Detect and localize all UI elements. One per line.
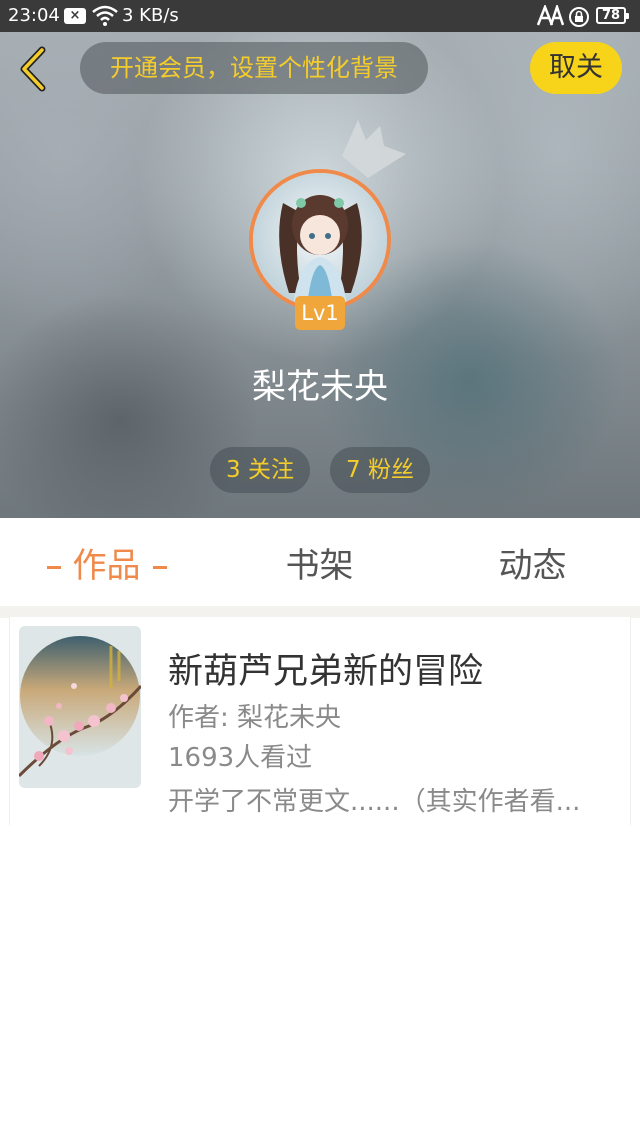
tab-works[interactable]: 作品 [0, 518, 213, 606]
wifi-icon [92, 5, 118, 26]
level-badge: Lv1 [295, 296, 345, 330]
back-button[interactable] [14, 46, 54, 92]
unfollow-button[interactable]: 取关 [530, 42, 622, 94]
avatar[interactable] [249, 169, 391, 311]
fans-count-button[interactable]: 7 粉丝 [330, 447, 430, 493]
battery-icon: 78 [596, 7, 629, 24]
status-time: 23:04 [8, 5, 60, 26]
rotation-lock-icon [569, 7, 589, 27]
work-view-count: 1693人看过 [168, 743, 313, 773]
tab-indicator-right [152, 566, 167, 569]
sim-status-icon [536, 5, 564, 26]
tab-bookshelf[interactable]: 书架 [213, 518, 426, 606]
crown-icon [342, 120, 406, 178]
book-cover-image [19, 626, 141, 788]
work-description: 开学了不常更文......（其实作者看... [168, 787, 581, 817]
work-card[interactable]: 新葫芦兄弟新的冒险 作者: 梨花未央 1693人看过 开学了不常更文......… [9, 617, 631, 825]
book-cover [19, 626, 141, 788]
tab-works-label: 作品 [72, 546, 141, 586]
avatar-image [253, 173, 387, 307]
profile-tabs: 作品 书架 动态 [0, 518, 640, 606]
profile-page: 23:04 × 3 KB/s 78 开通会员，设置个性化背景 取关 Lv1 梨花… [0, 0, 640, 1138]
tab-indicator-left [46, 566, 61, 569]
tab-activity[interactable]: 动态 [426, 518, 639, 606]
tab-activity-label: 动态 [498, 546, 567, 586]
following-count-button[interactable]: 3 关注 [210, 447, 310, 493]
work-title: 新葫芦兄弟新的冒险 [168, 652, 484, 692]
work-author: 作者: 梨花未央 [168, 703, 342, 733]
vip-background-banner[interactable]: 开通会员，设置个性化背景 [80, 42, 428, 94]
chevron-left-icon [20, 46, 46, 92]
network-speed: 3 KB/s [122, 5, 179, 26]
username: 梨花未央 [252, 367, 388, 407]
status-bar: 23:04 × 3 KB/s 78 [0, 0, 640, 32]
tab-bookshelf-label: 书架 [285, 546, 354, 586]
close-notification-icon: × [64, 8, 86, 24]
